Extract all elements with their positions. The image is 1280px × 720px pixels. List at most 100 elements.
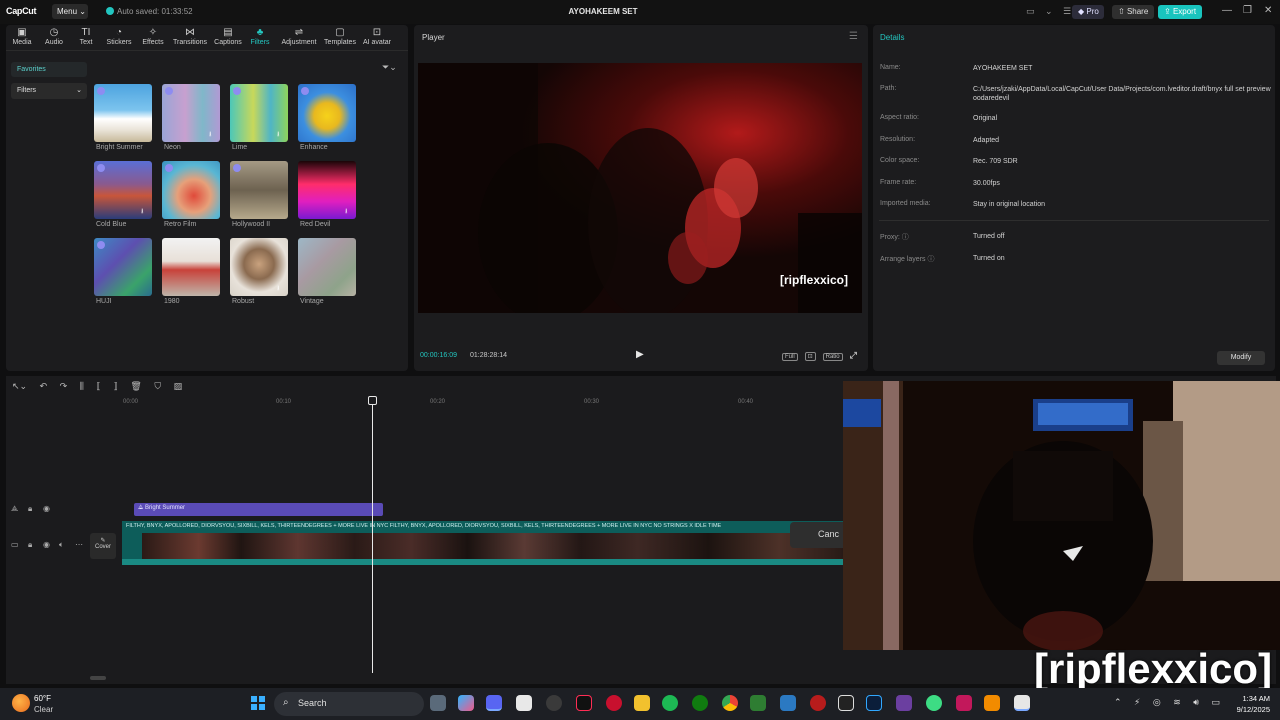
filters-dropdown[interactable]: Filters ⌄ xyxy=(11,83,87,99)
weather-condition[interactable]: Clear xyxy=(34,705,53,714)
filter-thumb-red-devil[interactable]: ⭳ xyxy=(298,161,356,219)
pro-button[interactable]: ◆ Pro xyxy=(1072,5,1104,19)
tab-text[interactable]: TI Text xyxy=(76,27,96,46)
filter-thumb-neon[interactable]: ⭳ xyxy=(162,84,220,142)
app-icon[interactable] xyxy=(956,695,972,711)
filter-thumb-cold-blue[interactable]: ⭳ xyxy=(94,161,152,219)
cancel-button[interactable]: Canc xyxy=(790,522,850,548)
delete-icon[interactable]: 🗑 xyxy=(130,381,141,391)
eye-icon[interactable]: ◉ xyxy=(43,504,50,513)
cover-button[interactable]: ✎ Cover xyxy=(90,533,116,559)
timeline-scrollbar[interactable] xyxy=(90,676,106,680)
close-icon[interactable]: ✕ xyxy=(1264,5,1272,16)
copilot-icon[interactable] xyxy=(458,695,474,711)
filter-thumb-enhance[interactable] xyxy=(298,84,356,142)
chrome-icon[interactable] xyxy=(722,695,738,711)
lock-icon[interactable]: 🔒︎ xyxy=(28,504,32,514)
hamburger-menu-icon[interactable]: ☰ xyxy=(849,31,858,42)
opera-icon[interactable] xyxy=(606,695,622,711)
undo-icon[interactable]: ↶ xyxy=(40,381,48,391)
filter-thumb-huji[interactable] xyxy=(94,238,152,296)
player-panel: Player ☰ [ripflexxico] 00:00:16:09 01:28… xyxy=(414,25,868,371)
layout-icon[interactable]: ▭ ⌄ ☰ xyxy=(1026,6,1075,17)
filter-label: Robust xyxy=(232,298,255,305)
spotify-icon[interactable] xyxy=(662,695,678,711)
tab-media[interactable]: ▣ Media xyxy=(10,27,34,46)
task-view-icon[interactable] xyxy=(430,695,446,711)
tab-filters[interactable]: ♣ Filters xyxy=(248,27,272,46)
filter-label: Bright Summer xyxy=(96,144,143,151)
tab-transitions[interactable]: ⋈ Transitions xyxy=(170,27,210,46)
main-video-clip[interactable]: FILTHY, BNYX, APOLLORED, DIORVSYOU, SIXB… xyxy=(122,521,850,565)
filter-thumb-robust[interactable]: ⭳ xyxy=(230,238,288,296)
play-button[interactable]: ▶ xyxy=(636,349,644,360)
tab-templates[interactable]: ▢ Templates xyxy=(322,27,358,46)
tab-effects[interactable]: ✧ Effects xyxy=(140,27,166,46)
trim-right-icon[interactable]: ⟧ xyxy=(113,381,117,391)
taskbar-search[interactable]: ⌕ Search xyxy=(274,692,424,716)
playhead[interactable] xyxy=(372,398,373,673)
weather-temp[interactable]: 60°F xyxy=(34,694,51,703)
speaker-icon[interactable]: 🔈︎ xyxy=(59,540,64,550)
more-icon[interactable]: ⋯ xyxy=(75,540,83,549)
title-bar: CapCut Menu ⌄ Auto saved: 01:33:52 AYOHA… xyxy=(0,0,1280,24)
app-icon[interactable] xyxy=(810,695,826,711)
discord-icon[interactable] xyxy=(486,695,502,711)
filter-thumb-bright-summer[interactable] xyxy=(94,84,152,142)
photos-icon[interactable] xyxy=(780,695,796,711)
vlc-icon[interactable] xyxy=(984,695,1000,711)
fit-icon[interactable]: ⊡ xyxy=(804,352,816,361)
filter-thumb-lime[interactable]: ⭳ xyxy=(230,84,288,142)
tab-audio[interactable]: ◷ Audio xyxy=(42,27,66,46)
favorites-button[interactable]: Favorites xyxy=(11,62,87,77)
filter-thumb-vintage[interactable] xyxy=(298,238,356,296)
tab-stickers[interactable]: ◔ Stickers xyxy=(104,27,134,46)
filter-label: Neon xyxy=(164,144,181,151)
modify-button[interactable]: Modify xyxy=(1217,351,1265,365)
capcut-active-icon[interactable] xyxy=(1014,695,1030,711)
redo-icon[interactable]: ↷ xyxy=(60,381,68,391)
filter-thumb-retro-film[interactable] xyxy=(162,161,220,219)
app-icon[interactable] xyxy=(926,695,942,711)
eye-icon[interactable]: ◉ xyxy=(43,540,50,549)
pro-badge-icon xyxy=(165,87,173,95)
fullscreen-icon[interactable]: ⤢ xyxy=(850,350,857,360)
tab-adjustment[interactable]: ⇌ Adjustment xyxy=(278,27,320,46)
sort-filter-icon[interactable]: ⏷⌄ xyxy=(382,62,397,73)
lock-icon[interactable]: 🔒︎ xyxy=(28,540,32,550)
filter-thumb-1980[interactable] xyxy=(162,238,220,296)
share-button[interactable]: ⇧ Share xyxy=(1112,5,1154,19)
trim-left-icon[interactable]: ⟦ xyxy=(96,381,100,391)
filter-thumb-hollywood-ii[interactable] xyxy=(230,161,288,219)
filter-label: Retro Film xyxy=(164,221,197,228)
xbox-icon[interactable] xyxy=(692,695,708,711)
playhead-handle[interactable] xyxy=(368,396,377,405)
capcut-icon[interactable] xyxy=(838,695,854,711)
timeline-toolbar: ↖⌄ ↶ ↷ ⫼ ⟦ ⟧ 🗑 ⛉ ▨ xyxy=(12,381,192,392)
openai-icon[interactable] xyxy=(546,695,562,711)
file-explorer-icon[interactable] xyxy=(634,695,650,711)
photoshop-icon[interactable] xyxy=(866,695,882,711)
app-icon[interactable] xyxy=(516,695,532,711)
weather-icon[interactable] xyxy=(12,694,30,712)
filter-clip[interactable]: ⟁ Bright Summer xyxy=(134,503,383,516)
tiktok-icon[interactable] xyxy=(576,695,592,711)
system-tray[interactable]: ⌃ ⚡ ◎ ≋ 🔊︎ ▭ xyxy=(1114,697,1225,708)
select-icon[interactable]: ↖⌄ xyxy=(12,381,27,391)
maximize-icon[interactable]: ❐ xyxy=(1243,5,1252,16)
tab-captions[interactable]: ▤ Captions xyxy=(212,27,244,46)
ratio-button[interactable]: Ratio xyxy=(822,353,843,361)
divider xyxy=(879,220,1269,221)
video-preview[interactable]: [ripflexxico] xyxy=(418,63,862,313)
thumbnail-icon[interactable]: ▨ xyxy=(174,381,183,391)
tab-ai-avatar[interactable]: ⊡ AI avatar xyxy=(360,27,394,46)
export-button[interactable]: ⇪ Export xyxy=(1158,5,1202,19)
app-icon[interactable] xyxy=(896,695,912,711)
taskbar-clock[interactable]: 1:34 AM 9/12/2025 xyxy=(1226,693,1270,715)
app-icon[interactable] xyxy=(750,695,766,711)
start-button[interactable] xyxy=(251,696,265,710)
split-icon[interactable]: ⫼ xyxy=(80,381,84,391)
minimize-icon[interactable]: — xyxy=(1222,5,1232,16)
marker-icon[interactable]: ⛉ xyxy=(154,381,161,391)
full-quality-button[interactable]: Full xyxy=(782,353,798,361)
